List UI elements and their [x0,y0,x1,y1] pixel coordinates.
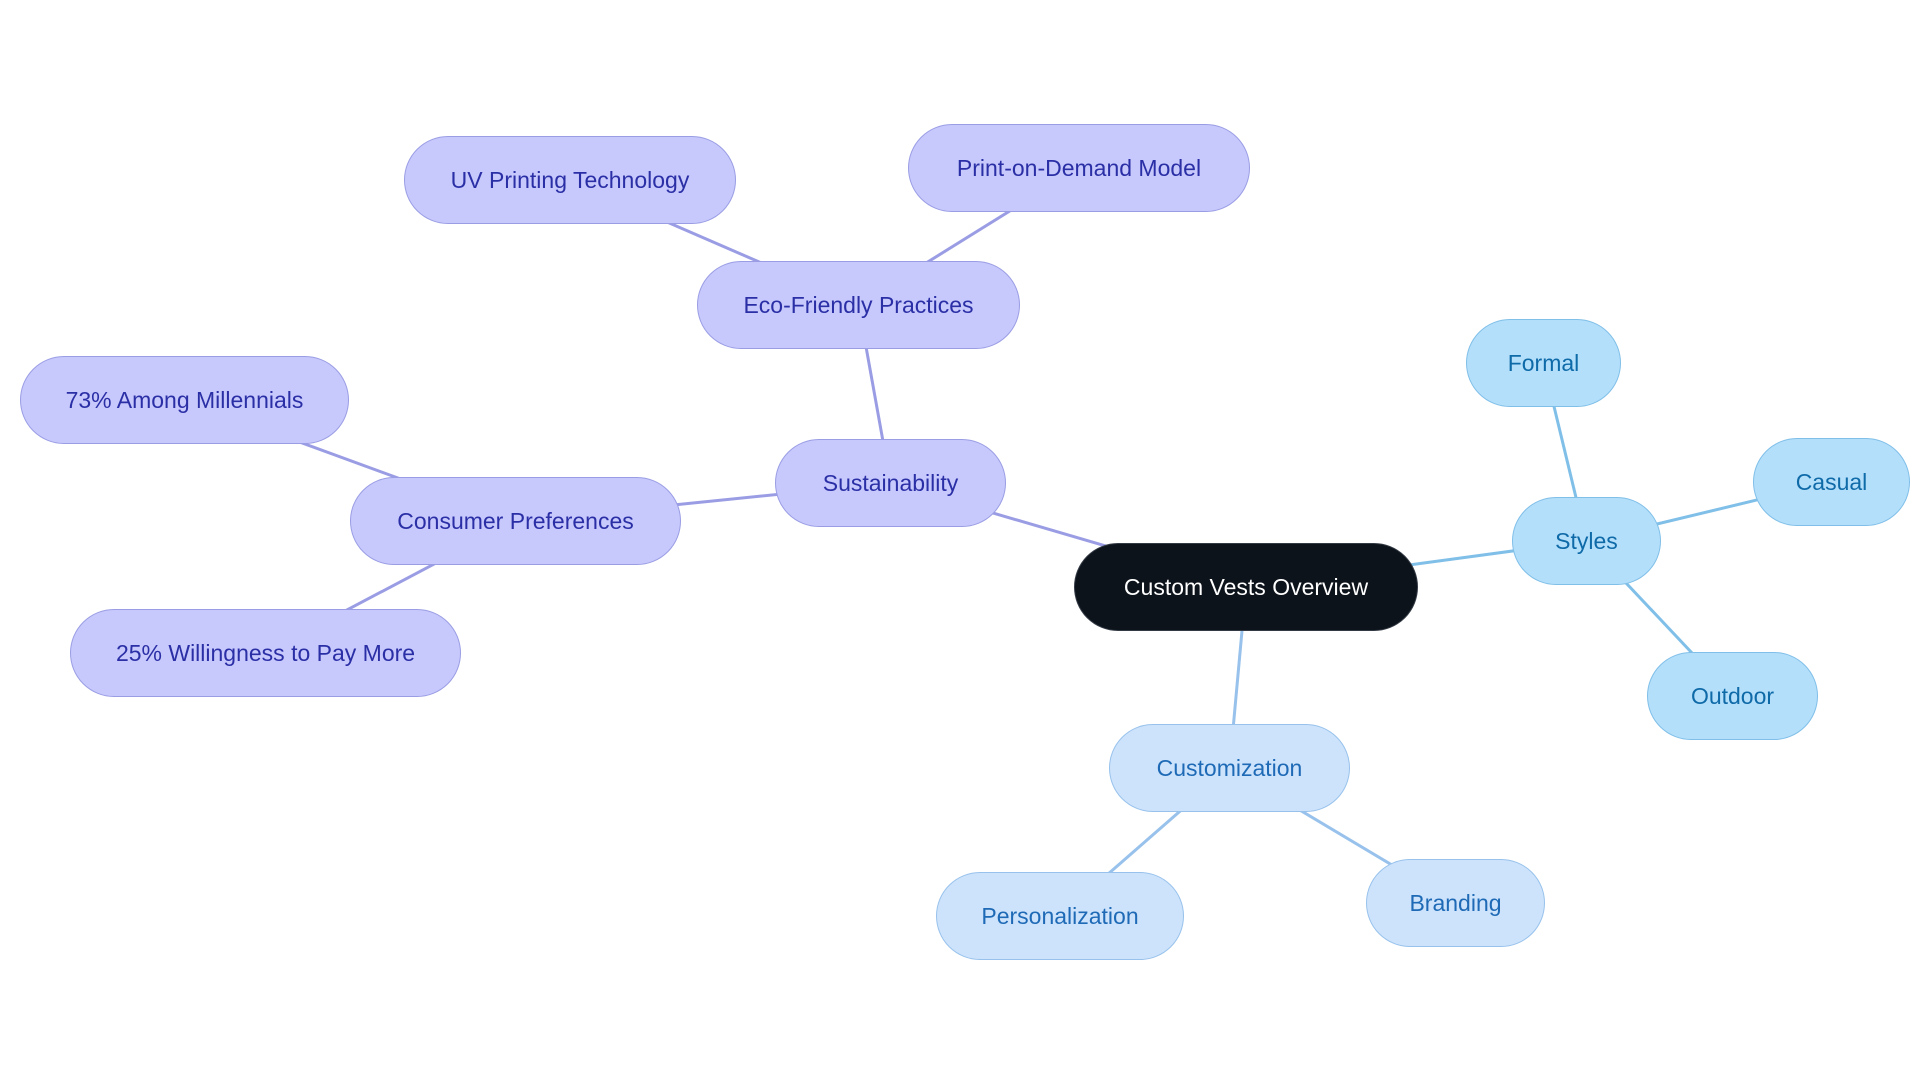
node-outdoor[interactable]: Outdoor [1647,652,1818,740]
node-label: Personalization [981,902,1139,929]
node-label: Sustainability [822,469,959,496]
node-label: UV Printing Technology [450,166,690,193]
node-uv-printing-technology[interactable]: UV Printing Technology [404,136,736,224]
node-print-on-demand-model[interactable]: Print-on-Demand Model [908,124,1250,212]
node-eco-friendly-practices[interactable]: Eco-Friendly Practices [697,261,1020,349]
node-label: Formal [1507,349,1580,376]
node-label: Eco-Friendly Practices [743,291,974,318]
node-branding[interactable]: Branding [1366,859,1545,947]
node-sustainability[interactable]: Sustainability [775,439,1006,527]
node-25-percent-willingness-to-pay-more[interactable]: 25% Willingness to Pay More [70,609,461,697]
node-root-custom-vests-overview[interactable]: Custom Vests Overview [1074,543,1418,631]
node-label: 73% Among Millennials [65,386,304,413]
node-label: Styles [1555,527,1618,554]
node-label: 25% Willingness to Pay More [115,639,416,666]
node-personalization[interactable]: Personalization [936,872,1184,960]
node-label: Customization [1156,754,1303,781]
node-styles[interactable]: Styles [1512,497,1661,585]
node-label: Branding [1409,889,1502,916]
node-label: Print-on-Demand Model [956,154,1202,181]
mindmap-canvas: Custom Vests Overview Sustainability Eco… [0,0,1920,1083]
node-customization[interactable]: Customization [1109,724,1350,812]
node-formal[interactable]: Formal [1466,319,1621,407]
node-casual[interactable]: Casual [1753,438,1910,526]
node-73-percent-among-millennials[interactable]: 73% Among Millennials [20,356,349,444]
node-label: Consumer Preferences [397,507,634,534]
node-label: Custom Vests Overview [1123,573,1369,600]
node-consumer-preferences[interactable]: Consumer Preferences [350,477,681,565]
node-label: Outdoor [1690,682,1775,709]
node-label: Casual [1795,468,1868,495]
